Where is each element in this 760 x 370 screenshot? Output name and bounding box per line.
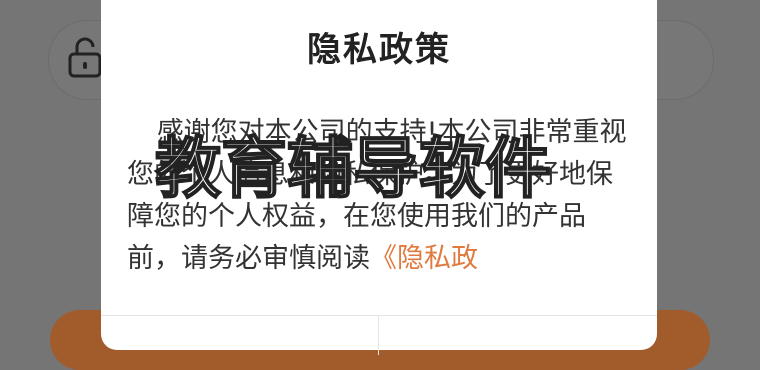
button-separator: [378, 315, 379, 355]
button-row-divider: [101, 315, 657, 316]
watermark-text: 教育辅导软件: [154, 129, 552, 208]
privacy-policy-link[interactable]: 《隐私政: [370, 243, 478, 274]
dialog-title: 隐私政策: [307, 30, 451, 70]
